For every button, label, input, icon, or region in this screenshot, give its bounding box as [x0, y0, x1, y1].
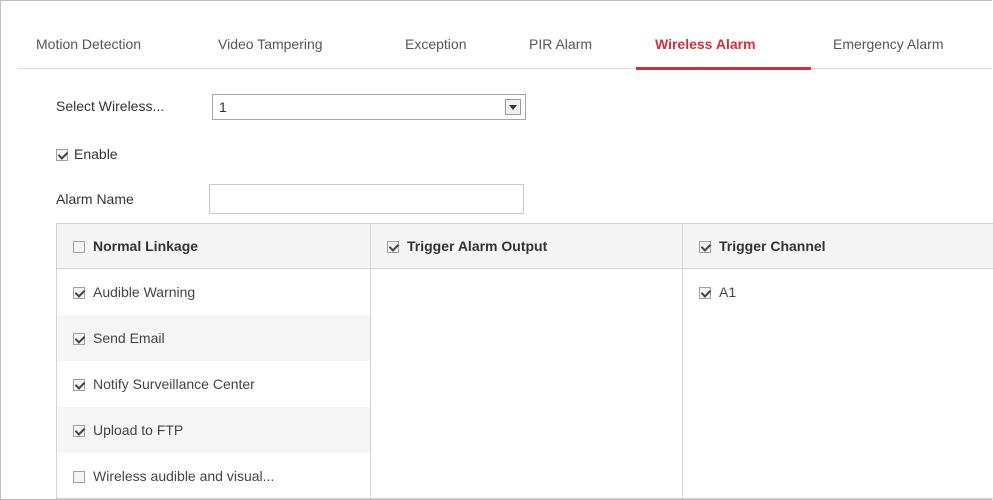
alarm-tabs: Motion Detection Video Tampering Excepti…: [18, 21, 992, 70]
notify-surveillance-center-checkbox[interactable]: [73, 379, 85, 392]
send-email-label: Send Email: [93, 330, 165, 346]
list-item: Notify Surveillance Center: [57, 361, 370, 407]
audible-warning-label: Audible Warning: [93, 284, 196, 300]
channel-a1-label: A1: [719, 284, 737, 300]
enable-checkbox[interactable]: [56, 149, 68, 162]
tab-motion-detection[interactable]: Motion Detection: [36, 21, 141, 68]
upload-to-ftp-checkbox[interactable]: [73, 425, 85, 438]
settings-panel: Motion Detection Video Tampering Excepti…: [0, 0, 993, 500]
audible-warning-checkbox[interactable]: [73, 287, 85, 300]
trigger-alarm-output-column: Trigger Alarm Output: [371, 224, 683, 498]
trigger-channel-title: Trigger Channel: [719, 238, 826, 254]
normal-linkage-title: Normal Linkage: [93, 238, 199, 254]
normal-linkage-select-all-checkbox[interactable]: [73, 241, 85, 254]
trigger-alarm-output-title: Trigger Alarm Output: [407, 238, 548, 254]
upload-to-ftp-label: Upload to FTP: [93, 422, 184, 438]
wireless-audible-visual-label: Wireless audible and visual...: [93, 468, 275, 484]
select-wireless-dropdown[interactable]: 1: [212, 94, 526, 120]
trigger-alarm-output-header: Trigger Alarm Output: [371, 224, 682, 269]
trigger-alarm-output-checkbox[interactable]: [387, 241, 399, 254]
tab-wireless-alarm[interactable]: Wireless Alarm: [655, 21, 756, 68]
list-item: Wireless audible and visual...: [57, 453, 370, 499]
alarm-name-label: Alarm Name: [56, 191, 134, 207]
enable-row: Enable: [56, 146, 118, 162]
normal-linkage-header: Normal Linkage: [57, 224, 370, 269]
select-wireless-value: 1: [219, 99, 227, 115]
list-item: Upload to FTP: [57, 407, 370, 453]
tab-exception[interactable]: Exception: [405, 21, 466, 68]
tab-emergency-alarm[interactable]: Emergency Alarm: [833, 21, 943, 68]
list-item: A1: [683, 269, 993, 315]
trigger-channel-header: Trigger Channel: [683, 224, 993, 269]
list-item: Send Email: [57, 315, 370, 361]
send-email-checkbox[interactable]: [73, 333, 85, 346]
normal-linkage-column: Normal Linkage Audible Warning Send Emai…: [57, 224, 371, 498]
chevron-down-icon[interactable]: [505, 99, 521, 115]
tab-video-tampering[interactable]: Video Tampering: [218, 21, 323, 68]
trigger-channel-checkbox[interactable]: [699, 241, 711, 254]
trigger-channel-column: Trigger Channel A1: [683, 224, 993, 498]
active-tab-indicator: [636, 67, 811, 70]
select-wireless-label: Select Wireless...: [56, 98, 165, 114]
tab-pir-alarm[interactable]: PIR Alarm: [529, 21, 592, 68]
enable-label: Enable: [74, 146, 118, 162]
channel-a1-checkbox[interactable]: [699, 287, 711, 300]
list-item: Audible Warning: [57, 269, 370, 315]
wireless-audible-visual-checkbox[interactable]: [73, 471, 85, 484]
linkage-table: Normal Linkage Audible Warning Send Emai…: [56, 223, 993, 499]
alarm-name-input[interactable]: [209, 184, 524, 214]
notify-surveillance-center-label: Notify Surveillance Center: [93, 376, 255, 392]
